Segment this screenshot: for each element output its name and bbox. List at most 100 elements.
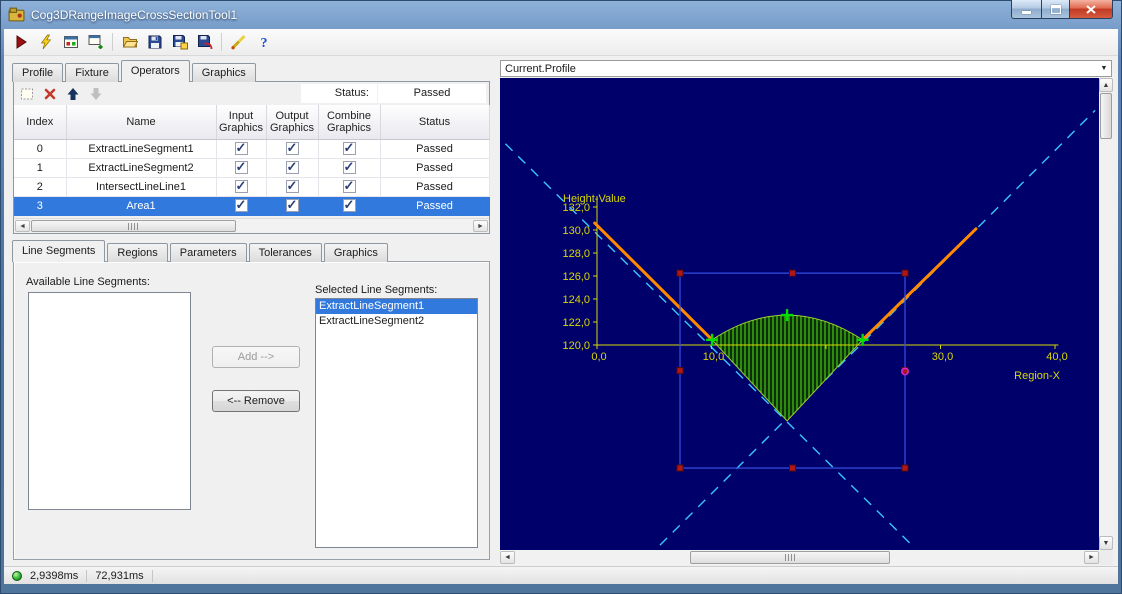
close-button[interactable] [1069, 0, 1113, 19]
profile-graph-button[interactable] [227, 31, 250, 53]
scroll-up-button[interactable]: ▲ [1099, 78, 1113, 92]
caption-buttons [1011, 0, 1113, 19]
operator-row-extractlinesegment1[interactable]: 0ExtractLineSegment1Passed [14, 139, 489, 158]
statusbar-separator [86, 570, 87, 582]
cell-combine-graphics [318, 177, 380, 196]
tool-display-button[interactable] [59, 31, 82, 53]
tab-tolerances[interactable]: Tolerances [249, 243, 322, 262]
hscroll-thumb[interactable] [690, 551, 890, 564]
cell-output-graphics [266, 158, 318, 177]
electrode-button[interactable] [34, 31, 57, 53]
cell-status: Passed [380, 139, 489, 158]
checkbox-output-graphics[interactable] [286, 199, 299, 212]
svg-text:10,0: 10,0 [703, 351, 724, 363]
available-segments-list[interactable] [28, 292, 191, 510]
column-header-index[interactable]: Index [14, 105, 66, 139]
profile-plot[interactable]: 0,010,020,030,040,0132,0130,0128,0126,01… [500, 78, 1099, 550]
svg-text:122,0: 122,0 [562, 317, 590, 329]
checkbox-input-graphics[interactable] [235, 199, 248, 212]
column-header-status[interactable]: Status [380, 105, 489, 139]
run-button[interactable] [9, 31, 32, 53]
chevron-down-icon[interactable]: ▼ [1097, 65, 1111, 72]
svg-text:126,0: 126,0 [562, 271, 590, 283]
checkbox-input-graphics[interactable] [235, 180, 248, 193]
column-header-combine[interactable]: Combine Graphics [318, 105, 380, 139]
cell-name: ExtractLineSegment2 [66, 158, 216, 177]
cell-output-graphics [266, 139, 318, 158]
record-selector[interactable]: Current.Profile ▼ [500, 60, 1112, 77]
tab-graphics[interactable]: Graphics [192, 63, 256, 82]
list-item-extractlinesegment1[interactable]: ExtractLineSegment1 [316, 299, 477, 314]
tab-parameters[interactable]: Parameters [170, 243, 247, 262]
hscroll-thumb[interactable] [31, 220, 236, 232]
scroll-right-button[interactable]: ► [473, 220, 488, 232]
available-segments-label: Available Line Segments: [26, 276, 150, 288]
copy-tool-button[interactable] [84, 31, 107, 53]
record-selector-value: Current.Profile [505, 63, 576, 75]
scrollbar-corner [1099, 550, 1113, 565]
checkbox-output-graphics[interactable] [286, 180, 299, 193]
scroll-right-button[interactable]: ► [1084, 551, 1099, 564]
scroll-down-button[interactable]: ▼ [1099, 536, 1113, 550]
cell-input-graphics [216, 177, 266, 196]
operators-table: IndexNameInput GraphicsOutput GraphicsCo… [14, 105, 490, 216]
app-icon-glyph [8, 6, 25, 23]
help-button[interactable]: ? [252, 31, 275, 53]
cell-input-graphics [216, 158, 266, 177]
maximize-button[interactable] [1041, 0, 1069, 19]
tab-profile[interactable]: Profile [12, 63, 63, 82]
total-time: 72,931ms [95, 570, 143, 582]
tool-display-icon [63, 34, 79, 50]
save-icon [147, 34, 163, 50]
cell-output-graphics [266, 177, 318, 196]
operator-row-intersectlineline1[interactable]: 2IntersectLineLine1Passed [14, 177, 489, 196]
tab-fixture[interactable]: Fixture [65, 63, 119, 82]
checkbox-combine-graphics[interactable] [343, 142, 356, 155]
operator-row-extractlinesegment2[interactable]: 1ExtractLineSegment2Passed [14, 158, 489, 177]
svg-text:120,0: 120,0 [562, 340, 590, 352]
tab-regions[interactable]: Regions [107, 243, 167, 262]
selected-segments-list[interactable]: ExtractLineSegment1ExtractLineSegment2 [315, 298, 478, 548]
plot-vertical-scrollbar[interactable]: ▲ ▼ [1099, 78, 1113, 550]
save-image-button[interactable] [168, 31, 191, 53]
tab-line-segments[interactable]: Line Segments [12, 240, 105, 262]
delete-operator-button[interactable] [40, 84, 60, 104]
save-button[interactable] [143, 31, 166, 53]
checkbox-input-graphics[interactable] [235, 161, 248, 174]
operators-hscrollbar[interactable]: ◄ ► [14, 218, 489, 232]
svg-text:130,0: 130,0 [562, 225, 590, 237]
new-operator-button[interactable] [17, 84, 37, 104]
revert-button[interactable] [193, 31, 216, 53]
add-button[interactable]: Add --> [212, 346, 300, 368]
list-item-extractlinesegment2[interactable]: ExtractLineSegment2 [316, 314, 477, 329]
scroll-left-button[interactable]: ◄ [15, 220, 30, 232]
column-header-output[interactable]: Output Graphics [266, 105, 318, 139]
titlebar[interactable]: Cog3DRangeImageCrossSectionTool1 [4, 0, 1118, 29]
move-down-button[interactable] [86, 84, 106, 104]
column-header-name[interactable]: Name [66, 105, 216, 139]
move-up-button[interactable] [63, 84, 83, 104]
checkbox-output-graphics[interactable] [286, 142, 299, 155]
plot-horizontal-scrollbar[interactable]: ◄ ► [500, 550, 1099, 565]
checkbox-combine-graphics[interactable] [343, 180, 356, 193]
cell-index: 3 [14, 196, 66, 215]
cell-name: IntersectLineLine1 [66, 177, 216, 196]
checkbox-combine-graphics[interactable] [343, 199, 356, 212]
minimize-button[interactable] [1011, 0, 1041, 19]
open-button[interactable] [118, 31, 141, 53]
operator-row-area1[interactable]: 3Area1Passed [14, 196, 489, 215]
tab-operators[interactable]: Operators [121, 60, 190, 82]
remove-button[interactable]: <-- Remove [212, 390, 300, 412]
svg-text:124,0: 124,0 [562, 294, 590, 306]
checkbox-input-graphics[interactable] [235, 142, 248, 155]
checkbox-combine-graphics[interactable] [343, 161, 356, 174]
vscroll-thumb[interactable] [1100, 93, 1112, 139]
line-segments-page: Available Line Segments: Add --> <-- Rem… [13, 261, 490, 560]
checkbox-output-graphics[interactable] [286, 161, 299, 174]
tab-graphics[interactable]: Graphics [324, 243, 388, 262]
column-header-input[interactable]: Input Graphics [216, 105, 266, 139]
delete-icon [42, 86, 58, 102]
statusbar: 2,9398ms 72,931ms [4, 566, 1118, 584]
scroll-left-button[interactable]: ◄ [500, 551, 515, 564]
main-toolbar: ? [4, 29, 1118, 56]
